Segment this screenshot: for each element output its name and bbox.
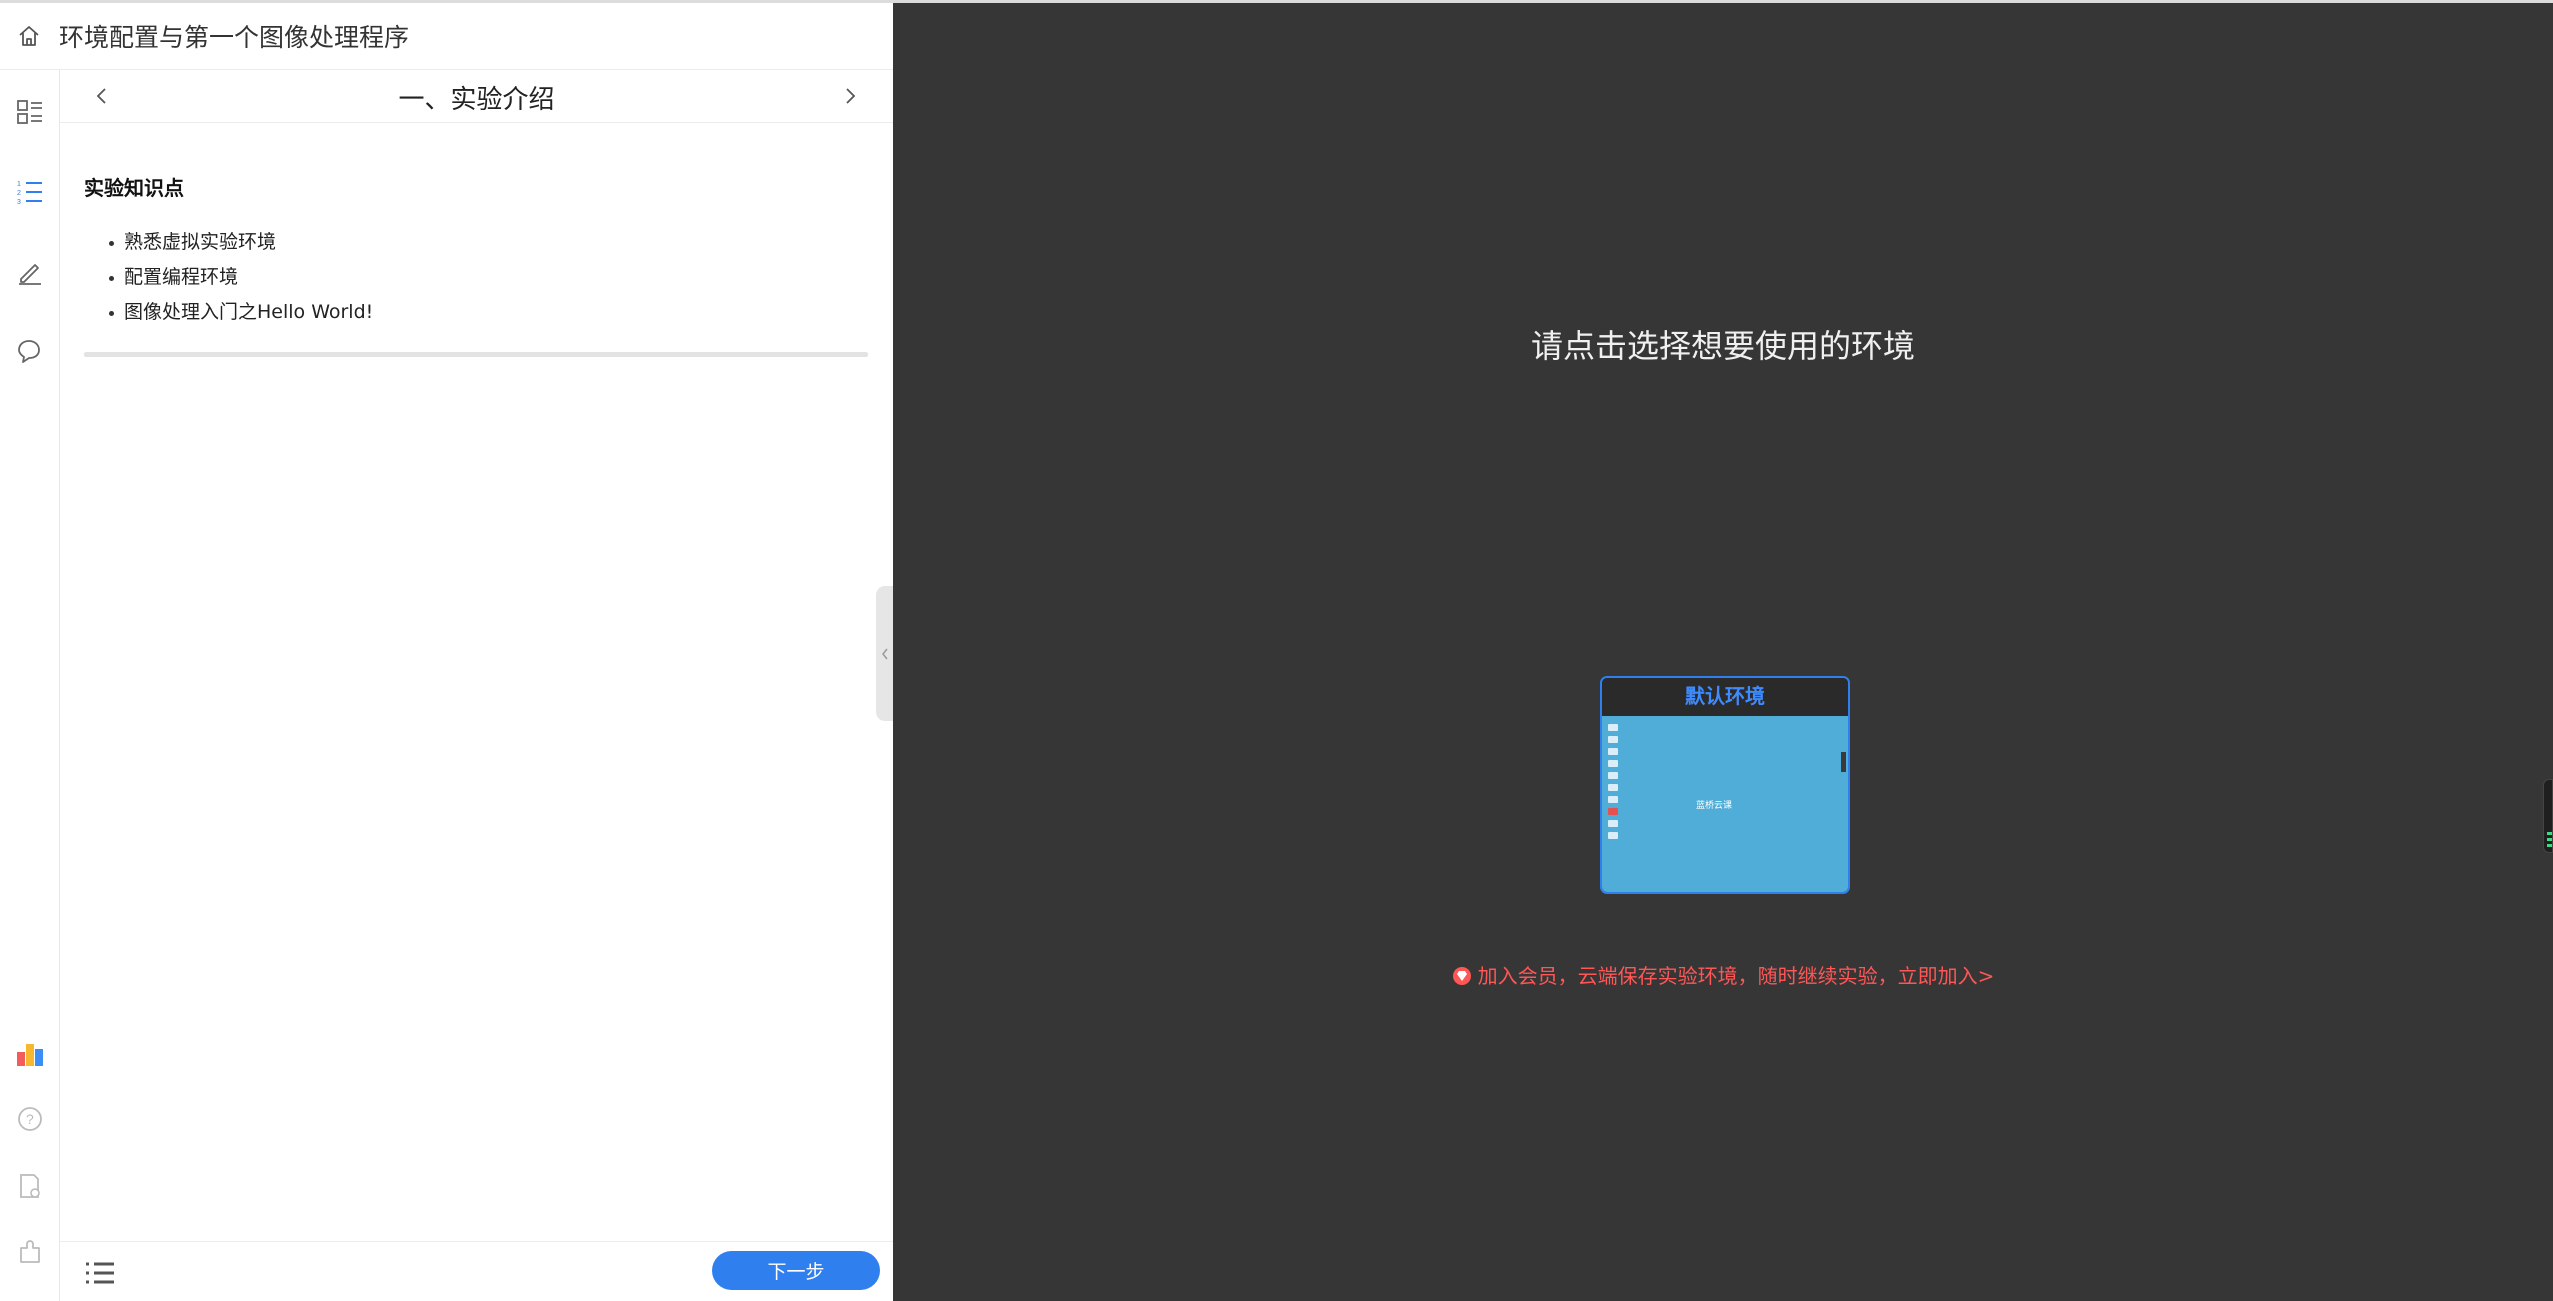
promo-text: 加入会员，云端保存实验环境，随时继续实验，立即加入> — [1477, 964, 1995, 988]
tool-rail: 1 2 3 ? — [0, 70, 60, 1301]
desktop-icon — [1608, 760, 1618, 767]
choose-environment-prompt: 请点击选择想要使用的环境 — [1530, 327, 1915, 365]
desktop-icon — [1608, 832, 1618, 839]
list-item: 图像处理入门之Hello World! — [84, 295, 868, 330]
desktop-icon — [1608, 736, 1618, 743]
desktop-icon — [1608, 784, 1618, 791]
desktop-icon — [1608, 796, 1618, 803]
thumbnail-scrollbar — [1841, 752, 1846, 772]
chat-icon[interactable] — [12, 334, 48, 370]
status-indicator — [2547, 838, 2552, 841]
section-divider — [84, 352, 868, 357]
panel-collapse-handle[interactable] — [876, 586, 893, 721]
desktop-icon — [1608, 820, 1618, 827]
knowledge-heading: 实验知识点 — [84, 176, 184, 200]
svg-text:?: ? — [26, 1111, 34, 1127]
svg-text:2: 2 — [17, 190, 21, 197]
puzzle-icon[interactable] — [12, 1234, 48, 1270]
knowledge-list: 熟悉虚拟实验环境 配置编程环境 图像处理入门之Hello World! — [84, 225, 868, 330]
environment-panel: 请点击选择想要使用的环境 默认环境 蓝桥云课 加入会员，云端保存实验环境，随时继… — [893, 3, 2553, 1301]
home-icon[interactable] — [15, 22, 43, 50]
lesson-footer: 下一步 — [60, 1241, 893, 1301]
vip-diamond-icon — [1452, 966, 1472, 991]
default-environment-card[interactable]: 默认环境 蓝桥云课 — [1600, 676, 1850, 894]
lesson-document: 实验知识点 熟悉虚拟实验环境 配置编程环境 图像处理入门之Hello World… — [84, 172, 868, 330]
list-item: 配置编程环境 — [84, 260, 868, 295]
lesson-content: 一、实验介绍 实验知识点 熟悉虚拟实验环境 配置编程环境 图像处理入门之Hell… — [60, 70, 893, 1301]
next-section-icon[interactable] — [835, 81, 865, 111]
section-nav: 一、实验介绍 — [60, 70, 893, 123]
pencil-icon[interactable] — [12, 254, 48, 290]
desktop-icon — [1608, 724, 1618, 731]
section-title: 一、实验介绍 — [398, 85, 555, 115]
thumbnail-logo: 蓝桥云课 — [1696, 801, 1733, 811]
status-indicator — [2547, 832, 2552, 835]
catalog-icon[interactable] — [12, 94, 48, 130]
desktop-icon — [1608, 772, 1618, 779]
desktop-icon — [1608, 808, 1618, 815]
lesson-panel: 环境配置与第一个图像处理程序 1 2 3 ? 一、实验介绍 实验知识点 熟悉虚拟实验… — [0, 3, 893, 1301]
next-step-button[interactable]: 下一步 — [712, 1251, 880, 1290]
report-icon[interactable] — [12, 1168, 48, 1204]
help-icon[interactable]: ? — [12, 1101, 48, 1137]
desktop-icon — [1608, 748, 1618, 755]
list-item: 熟悉虚拟实验环境 — [84, 225, 868, 260]
numbered-list-icon[interactable]: 1 2 3 — [12, 174, 48, 210]
title-bar: 环境配置与第一个图像处理程序 — [0, 3, 893, 70]
list-icon[interactable] — [84, 1259, 116, 1287]
status-indicator — [2547, 844, 2552, 847]
environment-card-title: 默认环境 — [1602, 678, 1848, 714]
desktop-thumbnail: 蓝桥云课 — [1602, 716, 1848, 892]
svg-text:3: 3 — [17, 199, 21, 206]
membership-promo-link[interactable]: 加入会员，云端保存实验环境，随时继续实验，立即加入> — [893, 960, 2553, 991]
edge-toolbar-tab[interactable] — [2543, 779, 2553, 853]
app-root: 环境配置与第一个图像处理程序 1 2 3 ? 一、实验介绍 实验知识点 熟悉虚拟实验… — [0, 0, 2553, 1301]
leaderboard-icon[interactable] — [12, 1035, 48, 1071]
course-title: 环境配置与第一个图像处理程序 — [59, 23, 410, 52]
svg-text:1: 1 — [17, 181, 21, 188]
